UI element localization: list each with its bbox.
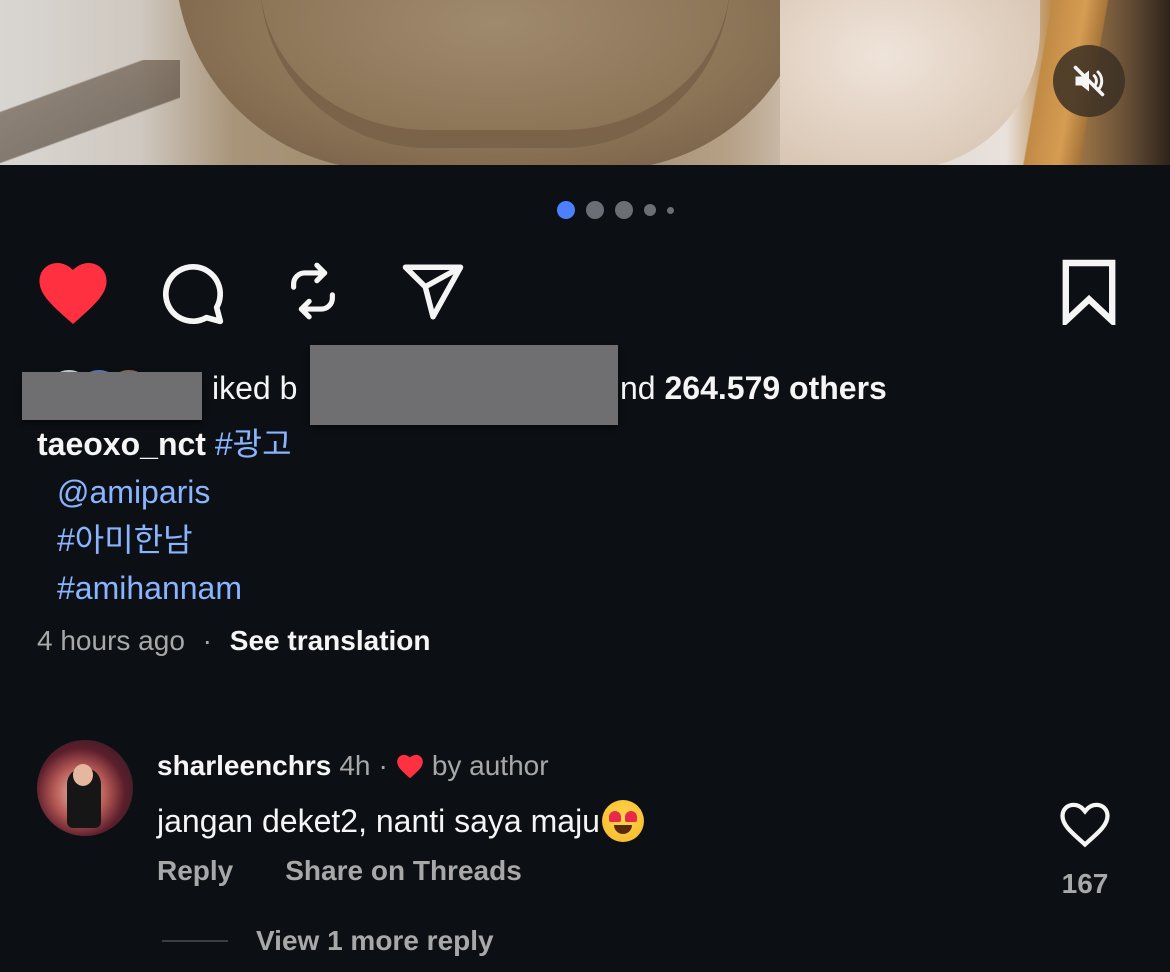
caption-hashtag[interactable]: #아미한남 [37, 516, 292, 564]
media-skin [780, 0, 1040, 165]
speaker-muted-icon [1073, 65, 1105, 97]
heart-filled-icon [396, 754, 423, 779]
comment-bubble-icon [162, 263, 224, 325]
post-meta: 4 hours ago · See translation [37, 625, 431, 657]
redaction-box [22, 372, 202, 420]
comment-text: jangan deket2, nanti saya maju [157, 802, 600, 839]
reply-divider-line [162, 940, 228, 942]
see-translation-link[interactable]: See translation [230, 625, 431, 656]
like-button[interactable] [35, 258, 111, 326]
share-button[interactable] [396, 258, 470, 326]
comment-actions: Reply Share on Threads [157, 855, 522, 887]
comment-like-button[interactable] [1058, 800, 1114, 850]
view-more-replies-label: View 1 more reply [256, 925, 494, 956]
carousel-dot [643, 204, 656, 216]
mute-button[interactable] [1053, 45, 1125, 117]
author-like-badge: by author [431, 750, 549, 781]
carousel-dot-active [556, 201, 575, 219]
post-media[interactable] [0, 0, 1170, 165]
liked-by-prefix: iked b [212, 370, 298, 406]
media-background-edge [0, 60, 180, 165]
caption-hashtag[interactable]: #광고 [215, 426, 292, 462]
comment-separator: · [378, 750, 388, 781]
heart-eyes-emoji-icon [601, 800, 644, 842]
meta-separator: · [202, 625, 212, 656]
post-caption: taeoxo_nct #광고 @amiparis #아미한남 #amihanna… [37, 420, 292, 612]
caption-mention[interactable]: @amiparis [37, 468, 292, 516]
carousel-indicator [30, 201, 1170, 219]
reply-button[interactable]: Reply [157, 855, 233, 887]
carousel-dot [614, 201, 633, 219]
liked-by-row[interactable]: iked b nd 264.579 others [22, 345, 1122, 425]
liked-by-suffix: nd [620, 370, 656, 406]
share-on-threads-button[interactable]: Share on Threads [285, 855, 522, 887]
repost-button[interactable] [280, 256, 346, 326]
comment-body: jangan deket2, nanti saya maju [157, 800, 644, 842]
caption-username[interactable]: taeoxo_nct [37, 426, 206, 462]
paper-plane-icon [402, 264, 464, 320]
heart-outline-icon [1060, 802, 1110, 848]
liked-by-suffix-group: nd 264.579 others [620, 370, 887, 407]
bookmark-icon [1062, 259, 1116, 325]
save-button[interactable] [1058, 258, 1120, 326]
heart-filled-icon [39, 263, 107, 324]
view-more-replies[interactable]: View 1 more reply [162, 925, 494, 957]
avatar-face [73, 764, 93, 786]
comment-username[interactable]: sharleenchrs [157, 750, 331, 782]
comment-time: 4h [339, 750, 371, 781]
comment-avatar[interactable] [37, 740, 133, 836]
post-timestamp: 4 hours ago [37, 625, 185, 656]
comment-like-count: 167 [1061, 868, 1109, 899]
likes-count[interactable]: 264.579 others [664, 370, 886, 406]
carousel-dot [585, 201, 604, 219]
carousel-dot [666, 206, 674, 214]
repost-icon [291, 262, 335, 320]
caption-hashtag[interactable]: #amihannam [37, 564, 292, 612]
comment-header: sharleenchrs 4h · by author [157, 750, 549, 782]
redaction-box [310, 345, 618, 425]
comment-button[interactable] [157, 258, 227, 328]
